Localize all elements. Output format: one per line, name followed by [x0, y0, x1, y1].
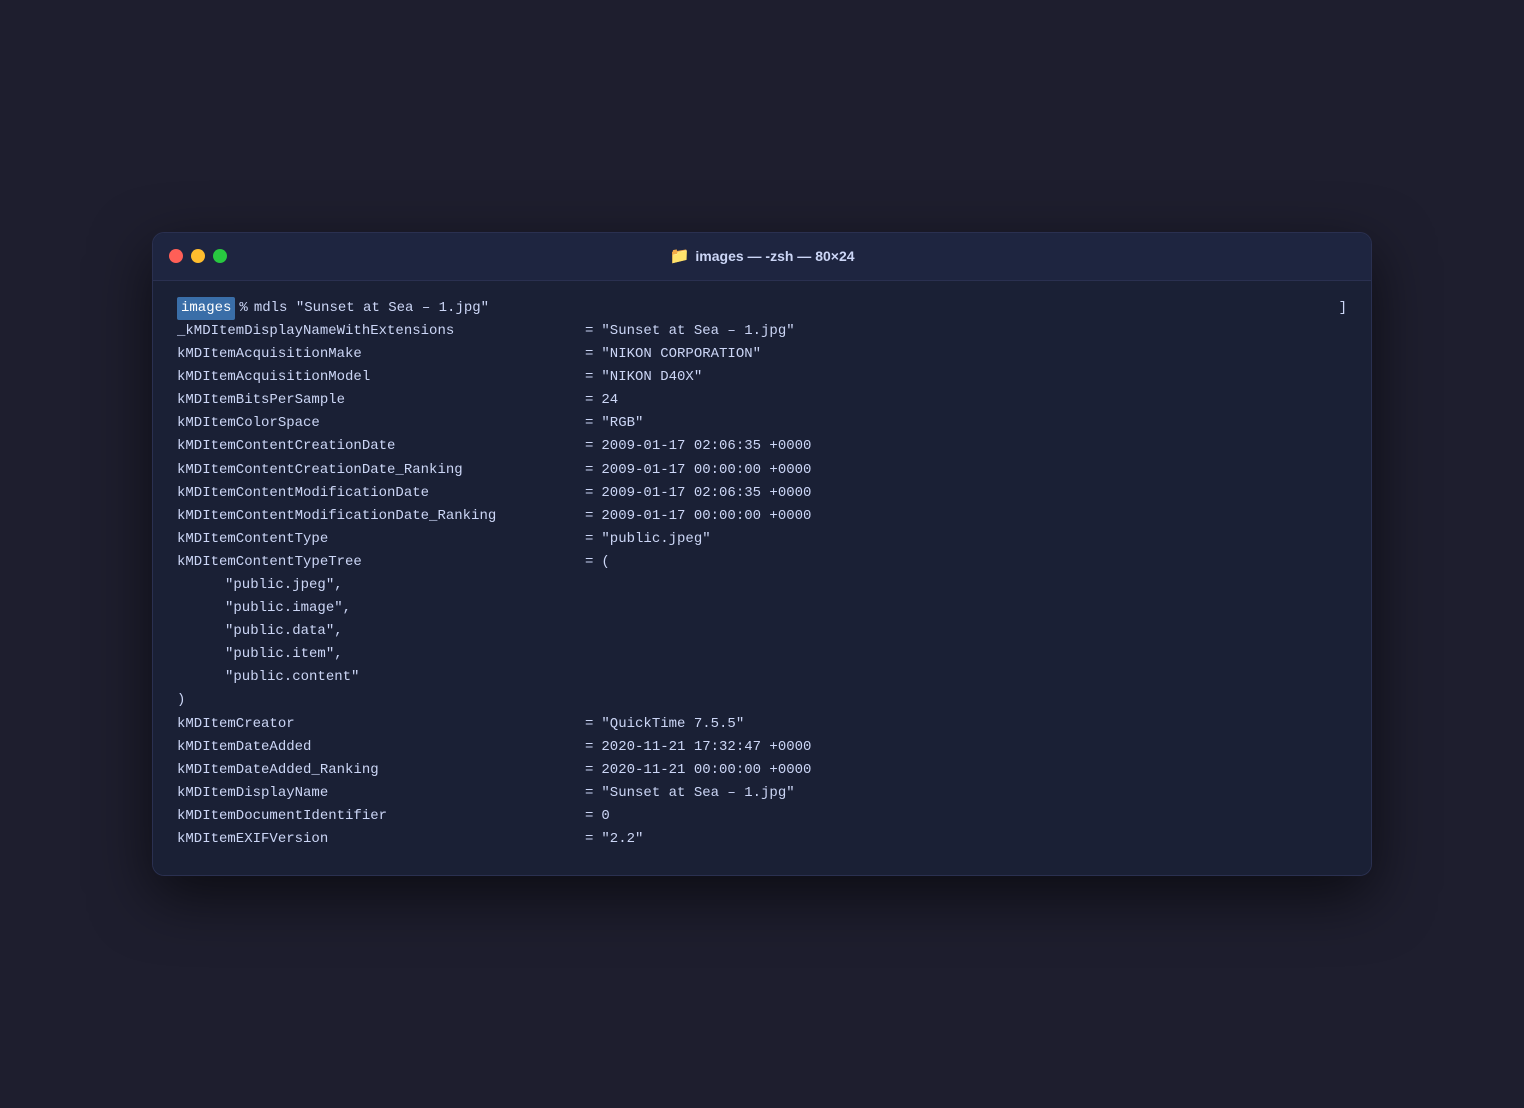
equals: = — [585, 389, 593, 412]
key: kMDItemDateAdded — [177, 736, 577, 759]
prompt-symbol: % — [239, 297, 247, 320]
equals: = — [585, 713, 593, 736]
table-row: kMDItemColorSpace = "RGB" — [177, 412, 1347, 435]
value: "NIKON CORPORATION" — [601, 343, 761, 366]
key: kMDItemContentCreationDate — [177, 435, 577, 458]
window-title: 📁 images — -zsh — 80×24 — [669, 246, 854, 266]
equals: = — [585, 828, 593, 851]
value: 2009-01-17 00:00:00 +0000 — [601, 505, 811, 528]
table-row: kMDItemContentType = "public.jpeg" — [177, 528, 1347, 551]
list-item: "public.content" — [177, 666, 1347, 689]
value: 0 — [601, 805, 609, 828]
key: kMDItemContentType — [177, 528, 577, 551]
key: kMDItemContentTypeTree — [177, 551, 577, 574]
table-row: kMDItemBitsPerSample = 24 — [177, 389, 1347, 412]
tree-close: ) — [177, 689, 1347, 712]
title-label: images — -zsh — 80×24 — [695, 248, 854, 264]
key: kMDItemAcquisitionMake — [177, 343, 577, 366]
metadata-rows-2: kMDItemCreator="QuickTime 7.5.5"kMDItemD… — [177, 713, 1347, 852]
value: 2020-11-21 17:32:47 +0000 — [601, 736, 811, 759]
value: "Sunset at Sea – 1.jpg" — [601, 320, 794, 343]
value: 24 — [601, 389, 618, 412]
list-item: "public.jpeg", — [177, 574, 1347, 597]
key: kMDItemDisplayName — [177, 782, 577, 805]
command-text: mdls "Sunset at Sea – 1.jpg" — [254, 297, 489, 320]
key: kMDItemDocumentIdentifier — [177, 805, 577, 828]
key: kMDItemBitsPerSample — [177, 389, 577, 412]
table-row: kMDItemContentCreationDate_Ranking = 2009-… — [177, 459, 1347, 482]
tree-items: "public.jpeg","public.image","public.dat… — [177, 574, 1347, 689]
command-line: images% mdls "Sunset at Sea – 1.jpg" ] — [177, 297, 1347, 320]
equals: = — [585, 459, 593, 482]
table-row: kMDItemContentTypeTree = ( — [177, 551, 1347, 574]
table-row: kMDItemDisplayName = "Sunset at Sea – 1.jp… — [177, 782, 1347, 805]
table-row: kMDItemContentModificationDate = 2009-01-1… — [177, 482, 1347, 505]
key: kMDItemEXIFVersion — [177, 828, 577, 851]
value: 2009-01-17 02:06:35 +0000 — [601, 482, 811, 505]
equals: = — [585, 805, 593, 828]
list-item: "public.data", — [177, 620, 1347, 643]
table-row: kMDItemDateAdded_Ranking = 2020-11-21 00:0… — [177, 759, 1347, 782]
prompt-directory: images — [177, 297, 235, 320]
table-row: kMDItemCreator = "QuickTime 7.5.5" — [177, 713, 1347, 736]
table-row: kMDItemAcquisitionModel = "NIKON D40X" — [177, 366, 1347, 389]
key: kMDItemCreator — [177, 713, 577, 736]
maximize-button[interactable] — [213, 249, 227, 263]
value: "RGB" — [601, 412, 643, 435]
value: "Sunset at Sea – 1.jpg" — [601, 782, 794, 805]
bracket-right: ] — [1339, 297, 1347, 320]
traffic-lights — [169, 249, 227, 263]
value: ( — [601, 551, 609, 574]
equals: = — [585, 505, 593, 528]
value: 2009-01-17 02:06:35 +0000 — [601, 435, 811, 458]
titlebar: 📁 images — -zsh — 80×24 — [153, 233, 1371, 281]
value: 2009-01-17 00:00:00 +0000 — [601, 459, 811, 482]
list-item: "public.image", — [177, 597, 1347, 620]
minimize-button[interactable] — [191, 249, 205, 263]
equals: = — [585, 782, 593, 805]
key: _kMDItemDisplayNameWithExtensions — [177, 320, 577, 343]
equals: = — [585, 343, 593, 366]
equals: = — [585, 551, 593, 574]
equals: = — [585, 435, 593, 458]
close-button[interactable] — [169, 249, 183, 263]
key: kMDItemAcquisitionModel — [177, 366, 577, 389]
table-row: kMDItemDocumentIdentifier = 0 — [177, 805, 1347, 828]
equals: = — [585, 320, 593, 343]
folder-icon: 📁 — [669, 246, 689, 266]
equals: = — [585, 759, 593, 782]
equals: = — [585, 528, 593, 551]
key: kMDItemContentCreationDate_Ranking — [177, 459, 577, 482]
table-row: kMDItemEXIFVersion = "2.2" — [177, 828, 1347, 851]
table-row: kMDItemDateAdded = 2020-11-21 17:32:47 +00… — [177, 736, 1347, 759]
value: "2.2" — [601, 828, 643, 851]
equals: = — [585, 736, 593, 759]
table-row: kMDItemAcquisitionMake = "NIKON CORPORATIO… — [177, 343, 1347, 366]
table-row: kMDItemContentModificationDate_Ranking = 2… — [177, 505, 1347, 528]
key: kMDItemDateAdded_Ranking — [177, 759, 577, 782]
table-row: kMDItemContentCreationDate = 2009-01-17 02… — [177, 435, 1347, 458]
value: 2020-11-21 00:00:00 +0000 — [601, 759, 811, 782]
value: "QuickTime 7.5.5" — [601, 713, 744, 736]
key: kMDItemColorSpace — [177, 412, 577, 435]
metadata-rows: _kMDItemDisplayNameWithExtensions = "Sunse… — [177, 320, 1347, 574]
list-item: "public.item", — [177, 643, 1347, 666]
key: kMDItemContentModificationDate_Ranking — [177, 505, 577, 528]
value: "NIKON D40X" — [601, 366, 702, 389]
key: kMDItemContentModificationDate — [177, 482, 577, 505]
equals: = — [585, 412, 593, 435]
terminal-body[interactable]: images% mdls "Sunset at Sea – 1.jpg" ] _k… — [153, 281, 1371, 875]
value: "public.jpeg" — [601, 528, 710, 551]
equals: = — [585, 366, 593, 389]
table-row: _kMDItemDisplayNameWithExtensions = "Sunse… — [177, 320, 1347, 343]
terminal-window: 📁 images — -zsh — 80×24 images% mdls "Sun… — [152, 232, 1372, 876]
equals: = — [585, 482, 593, 505]
